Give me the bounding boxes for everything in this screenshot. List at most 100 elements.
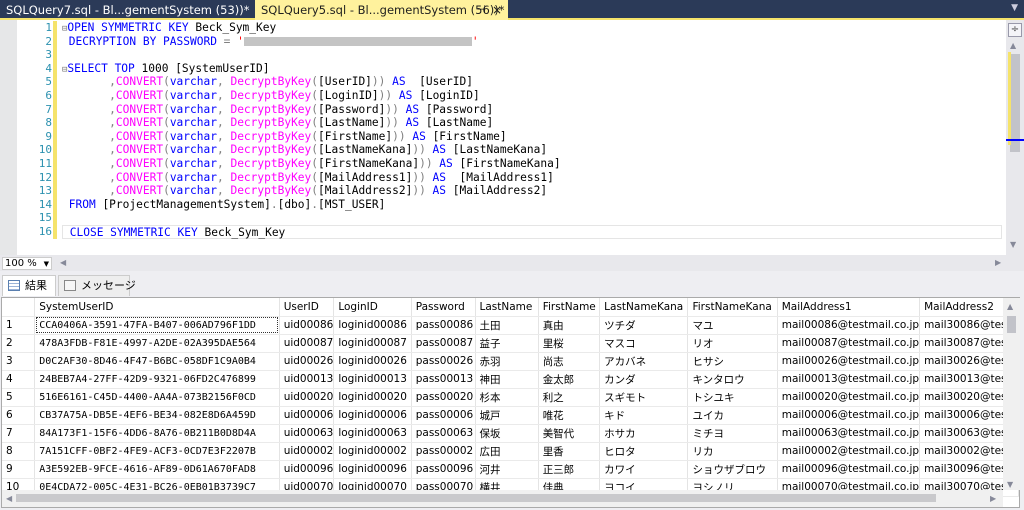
row-number[interactable]: 3 <box>2 352 36 371</box>
pin-icon[interactable]: ⊣ <box>476 0 486 20</box>
grid-hscroll-thumb[interactable] <box>16 494 936 502</box>
row-number[interactable]: 9 <box>2 460 36 479</box>
table-cell[interactable]: mail00006@testmail.co.jp <box>777 406 921 425</box>
table-cell[interactable]: pass00086 <box>411 316 476 335</box>
table-cell[interactable]: uid00096 <box>279 460 335 479</box>
table-cell[interactable]: 正三郎 <box>538 460 601 479</box>
table-cell[interactable]: uid00026 <box>279 352 335 371</box>
table-cell[interactable]: pass00002 <box>411 442 476 461</box>
scroll-right-icon[interactable]: ▶ <box>995 258 1001 267</box>
table-cell[interactable]: uid00002 <box>279 442 335 461</box>
table-cell[interactable]: ヒサシ <box>687 352 778 371</box>
table-cell[interactable]: 尚志 <box>538 352 601 371</box>
grid-vscroll-thumb[interactable] <box>1007 316 1016 333</box>
table-cell[interactable]: マスコ <box>599 334 689 353</box>
scroll-up-icon[interactable]: ▲ <box>1010 41 1016 50</box>
table-row[interactable]: 9 A3E592EB-9FCE-4616-AF89-0D61A670FAD8 uid… <box>2 460 1019 479</box>
table-cell[interactable]: uid00086 <box>279 316 335 335</box>
table-cell[interactable]: loginid00096 <box>333 460 412 479</box>
tab-sqlquery5[interactable]: SQLQuery5.sql - Bl...gementSystem (56))*… <box>255 0 508 20</box>
table-cell[interactable]: CCA0406A-3591-47FA-B407-006AD796F1DD <box>34 316 280 335</box>
table-cell[interactable]: loginid00087 <box>333 334 412 353</box>
table-cell[interactable]: uid00063 <box>279 424 335 443</box>
table-cell[interactable]: ショウザブロウ <box>687 460 778 479</box>
table-cell[interactable]: 84A173F1-15F6-4DD6-8A76-0B211B0D8D4A <box>34 424 280 443</box>
table-cell[interactable]: 城戸 <box>475 406 539 425</box>
table-row[interactable]: 3 D0C2AF30-8D46-4F47-B6BC-058DF1C9A0B4 uid… <box>2 352 1019 371</box>
results-grid[interactable]: SystemUserID UserID LoginID Password LastNam… <box>1 297 1020 508</box>
column-header[interactable]: Password <box>411 298 476 317</box>
table-cell[interactable]: 利之 <box>538 388 601 407</box>
table-cell[interactable]: 478A3FDB-F81E-4997-A2DE-02A395DAE564 <box>34 334 280 353</box>
scroll-up-icon[interactable]: ▲ <box>1007 302 1013 311</box>
table-cell[interactable]: 神田 <box>475 370 539 389</box>
table-cell[interactable]: loginid00026 <box>333 352 412 371</box>
table-cell[interactable]: uid00006 <box>279 406 335 425</box>
table-cell[interactable]: CB37A75A-DB5E-4EF6-BE34-082E8D6A459D <box>34 406 280 425</box>
table-row[interactable]: 7 84A173F1-15F6-4DD6-8A76-0B211B0D8D4A uid… <box>2 424 1019 443</box>
table-cell[interactable]: mail00013@testmail.co.jp <box>777 370 921 389</box>
table-cell[interactable]: mail00020@testmail.co.jp <box>777 388 921 407</box>
table-cell[interactable]: リオ <box>687 334 778 353</box>
tab-results[interactable]: 結果 <box>2 275 56 296</box>
table-cell[interactable]: スギモト <box>599 388 689 407</box>
table-cell[interactable]: 516E6161-C45D-4400-AA4A-073B2156F0CD <box>34 388 280 407</box>
table-cell[interactable]: uid00087 <box>279 334 335 353</box>
table-cell[interactable]: loginid00063 <box>333 424 412 443</box>
scroll-right-icon[interactable]: ▶ <box>990 494 996 503</box>
table-cell[interactable]: 保坂 <box>475 424 539 443</box>
table-cell[interactable]: カワイ <box>599 460 689 479</box>
table-cell[interactable]: uid00013 <box>279 370 335 389</box>
table-cell[interactable]: pass00020 <box>411 388 476 407</box>
table-row[interactable]: 8 7A151CFF-0BF2-4FE9-ACF3-0CD7E3F2207B uid… <box>2 442 1019 461</box>
table-cell[interactable]: loginid00086 <box>333 316 412 335</box>
table-cell[interactable]: pass00087 <box>411 334 476 353</box>
table-cell[interactable]: 24BEB7A4-27FF-42D9-9321-06FD2C476899 <box>34 370 280 389</box>
sql-editor[interactable]: 1 2 3 4 5 6 7 8 9 10 11 12 13 14 15 16 ⊟OPEN SYMMETRIC … <box>0 20 1024 255</box>
table-row[interactable]: 6 CB37A75A-DB5E-4EF6-BE34-082E8D6A459D uid… <box>2 406 1019 425</box>
split-icon[interactable]: ÷ <box>1008 23 1022 37</box>
table-row[interactable]: 2 478A3FDB-F81E-4997-A2DE-02A395DAE564 uid… <box>2 334 1019 353</box>
table-cell[interactable]: mail00026@testmail.co.jp <box>777 352 921 371</box>
scroll-down-icon[interactable]: ▼ <box>1010 240 1016 249</box>
table-cell[interactable]: カンダ <box>599 370 689 389</box>
editor-scroll-thumb[interactable] <box>1010 54 1020 152</box>
scroll-left-icon[interactable]: ◀ <box>6 494 12 503</box>
table-cell[interactable]: キド <box>599 406 689 425</box>
table-cell[interactable]: 杉本 <box>475 388 539 407</box>
table-cell[interactable]: 真由 <box>538 316 601 335</box>
table-cell[interactable]: 金太郎 <box>538 370 601 389</box>
table-row[interactable]: 4 24BEB7A4-27FF-42D9-9321-06FD2C476899 uid… <box>2 370 1019 389</box>
row-number[interactable]: 1 <box>2 316 36 335</box>
tab-messages[interactable]: メッセージ <box>58 275 136 296</box>
close-icon[interactable]: × <box>492 0 502 20</box>
table-cell[interactable]: loginid00006 <box>333 406 412 425</box>
code-area[interactable]: ⊟OPEN SYMMETRIC KEY Beck_Sym_Key DECRYPT… <box>62 21 1002 239</box>
table-cell[interactable]: アカバネ <box>599 352 689 371</box>
table-cell[interactable]: 里香 <box>538 442 601 461</box>
table-cell[interactable]: ミチヨ <box>687 424 778 443</box>
table-cell[interactable]: 7A151CFF-0BF2-4FE9-ACF3-0CD7E3F2207B <box>34 442 280 461</box>
table-cell[interactable]: loginid00002 <box>333 442 412 461</box>
table-cell[interactable]: loginid00020 <box>333 388 412 407</box>
table-cell[interactable]: 赤羽 <box>475 352 539 371</box>
column-header[interactable]: FirstNameKana <box>687 298 778 317</box>
table-cell[interactable]: 里桜 <box>538 334 601 353</box>
table-cell[interactable]: 河井 <box>475 460 539 479</box>
table-cell[interactable]: mail00086@testmail.co.jp <box>777 316 921 335</box>
table-cell[interactable]: mail00002@testmail.co.jp <box>777 442 921 461</box>
table-cell[interactable]: pass00006 <box>411 406 476 425</box>
table-cell[interactable]: pass00063 <box>411 424 476 443</box>
table-cell[interactable]: mail00063@testmail.co.jp <box>777 424 921 443</box>
table-cell[interactable]: mail00096@testmail.co.jp <box>777 460 921 479</box>
table-cell[interactable]: ホサカ <box>599 424 689 443</box>
table-cell[interactable]: 益子 <box>475 334 539 353</box>
column-header[interactable]: SystemUserID <box>34 298 280 317</box>
column-header[interactable]: FirstName <box>538 298 601 317</box>
table-cell[interactable]: 唯花 <box>538 406 601 425</box>
table-cell[interactable]: キンタロウ <box>687 370 778 389</box>
table-cell[interactable]: loginid00013 <box>333 370 412 389</box>
table-cell[interactable]: ツチダ <box>599 316 689 335</box>
table-cell[interactable]: mail00087@testmail.co.jp <box>777 334 921 353</box>
column-header[interactable]: LastName <box>475 298 539 317</box>
